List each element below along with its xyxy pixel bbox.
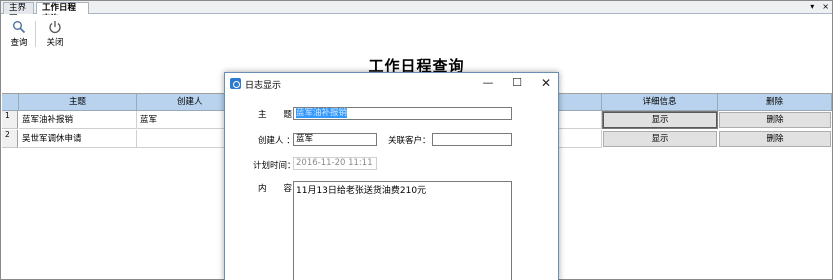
toolbar: 查询 关闭 <box>1 15 832 51</box>
close-icon[interactable]: ✕ <box>536 75 556 91</box>
dialog-titlebar[interactable]: 日志显示 — ☐ ✕ <box>225 73 558 95</box>
planned-time-label: 计划时间： <box>253 161 296 171</box>
delete-button[interactable]: 删除 <box>719 131 831 147</box>
log-display-dialog: 日志显示 — ☐ ✕ 主 题： 蓝军油补报销 创建人 ： 蓝军 关联客户： 计划… <box>224 72 559 280</box>
planned-time-field[interactable]: 2016-11-20 11:11 <box>293 157 377 170</box>
search-button-label: 查询 <box>10 38 28 48</box>
customer-label: 关联客户： <box>388 136 431 146</box>
tab-strip: 主界面 工作日程查询 ▾ × <box>1 1 832 24</box>
search-icon <box>13 21 26 34</box>
tab-main[interactable]: 主界面 <box>3 2 34 24</box>
subject-field[interactable]: 蓝军油补报销 <box>293 107 512 120</box>
toolbar-separator <box>35 21 36 47</box>
customer-field[interactable] <box>432 133 512 146</box>
content-textarea[interactable]: 11月13日给老张送货油费210元 <box>293 181 512 280</box>
close-button-label: 关闭 <box>46 38 64 48</box>
power-icon <box>49 21 61 34</box>
subject-value: 蓝军油补报销 <box>296 108 348 118</box>
creator-label: 创建人 ： <box>258 136 295 146</box>
row-number[interactable]: 2 <box>2 130 18 148</box>
column-header-delete[interactable]: 删除 <box>718 94 832 111</box>
application-window: 主界面 工作日程查询 ▾ × 查询 关闭 工作日程查询 主题 创建人 详细信息 <box>0 0 833 280</box>
search-button[interactable]: 查询 <box>8 20 30 48</box>
tab-list-dropdown-icon[interactable]: ▾ <box>810 1 814 13</box>
cell-subject[interactable]: 吴世军调休申请 <box>19 130 137 148</box>
maximize-icon[interactable]: ☐ <box>507 75 527 91</box>
tab-strip-controls: ▾ × <box>810 1 829 13</box>
dialog-title: 日志显示 <box>245 81 282 91</box>
delete-button[interactable]: 删除 <box>719 112 831 128</box>
show-detail-button[interactable]: 显示 <box>603 131 717 147</box>
grid-corner-header <box>2 94 19 111</box>
close-button[interactable]: 关闭 <box>44 20 66 48</box>
show-detail-button[interactable]: 显示 <box>602 111 718 129</box>
cell-subject[interactable]: 蓝军油补报销 <box>19 111 137 129</box>
tab-close-icon[interactable]: × <box>822 1 829 13</box>
app-icon <box>230 78 241 89</box>
row-number[interactable]: 1 <box>2 111 18 129</box>
minimize-icon[interactable]: — <box>478 75 498 91</box>
creator-field[interactable]: 蓝军 <box>293 133 377 146</box>
column-header-subject[interactable]: 主题 <box>19 94 137 111</box>
column-header-detail[interactable]: 详细信息 <box>602 94 718 111</box>
tab-schedule-query[interactable]: 工作日程查询 <box>36 2 89 24</box>
